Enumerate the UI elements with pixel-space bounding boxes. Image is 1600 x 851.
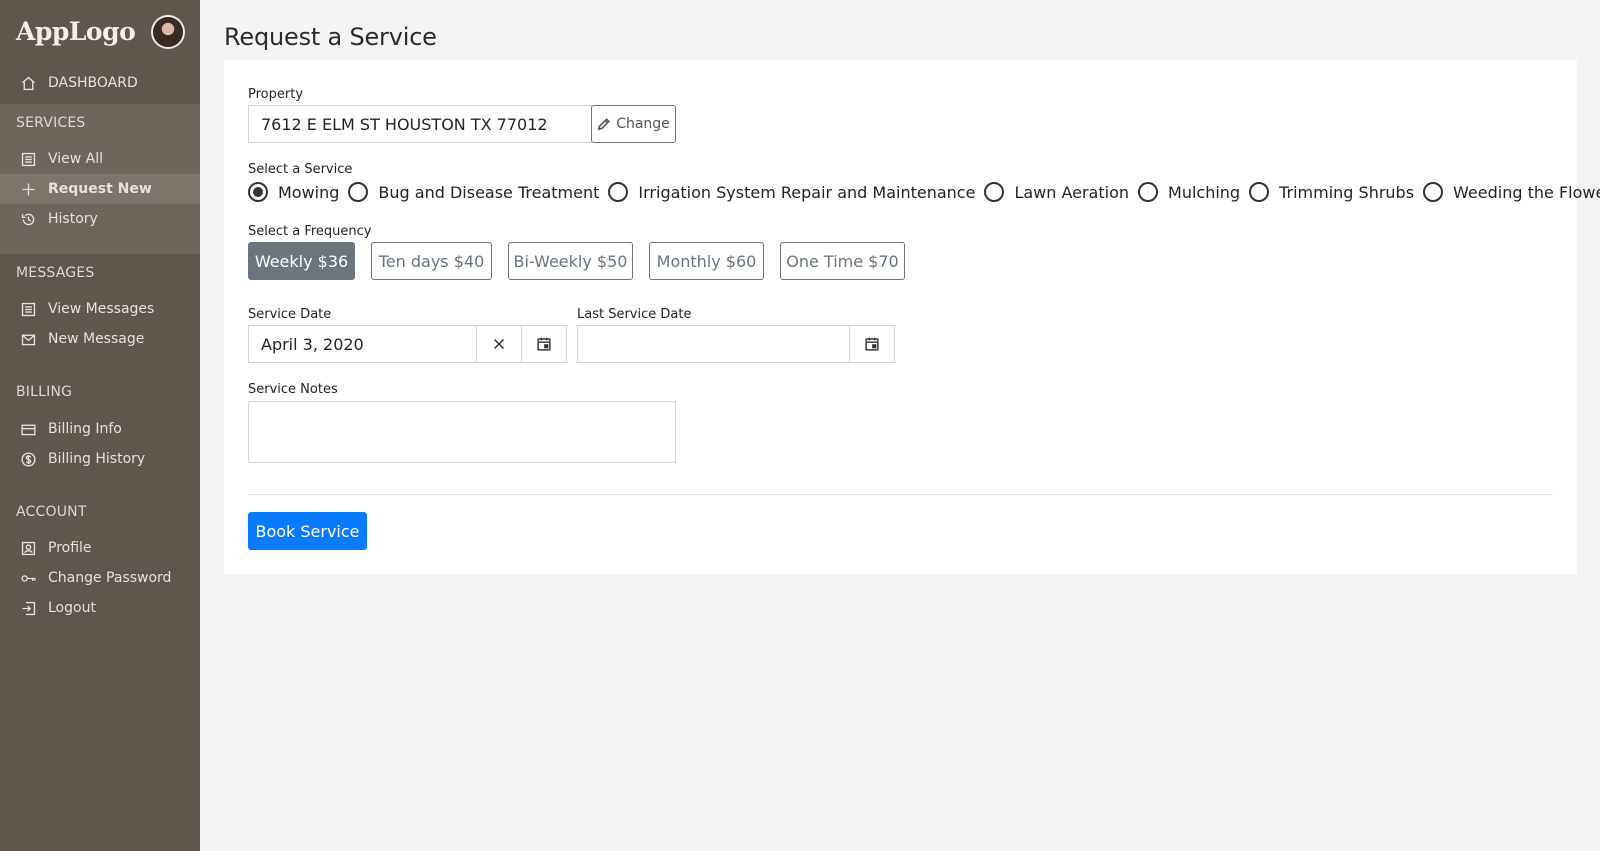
sidebar-item-request-new[interactable]: Request New: [0, 174, 200, 204]
radio-label: Lawn Aeration: [1014, 182, 1130, 202]
page-title: Request a Service: [224, 23, 437, 51]
sidebar-item-label: New Message: [48, 331, 145, 347]
radio-bug-and-disease-treatment[interactable]: Bug and Disease Treatment: [348, 182, 599, 202]
avatar[interactable]: [151, 15, 185, 49]
radio-circle: [1138, 182, 1159, 202]
sidebar-item-label: History: [48, 211, 98, 227]
last-service-date-input[interactable]: [577, 325, 850, 363]
radio-weeding-the-flower-bed[interactable]: Weeding the Flower Bed: [1423, 182, 1600, 202]
sidebar-item-view-all[interactable]: View All: [0, 144, 200, 174]
section-label-services: SERVICES: [16, 115, 86, 131]
form-divider: [248, 494, 1553, 495]
radio-label: Mowing: [278, 182, 340, 202]
service-notes-label: Service Notes: [248, 382, 338, 397]
pencil-icon: [597, 118, 611, 131]
clear-date-button[interactable]: [476, 325, 522, 363]
radio-trimming-shrubs[interactable]: Trimming Shrubs: [1249, 182, 1414, 202]
service-date-value: April 3, 2020: [261, 334, 364, 354]
book-service-button[interactable]: Book Service: [248, 512, 367, 550]
service-notes-textarea[interactable]: [248, 401, 676, 463]
frequency-ten-days-button[interactable]: Ten days $40: [371, 242, 492, 280]
last-service-date-calendar-button[interactable]: [849, 325, 895, 363]
sidebar-item-new-message[interactable]: New Message: [0, 324, 200, 354]
sidebar-item-logout[interactable]: Logout: [0, 593, 200, 623]
radio-label: Mulching: [1168, 182, 1241, 202]
profile-icon: [19, 539, 37, 557]
sidebar-item-label: DASHBOARD: [48, 75, 138, 91]
sidebar-item-dashboard[interactable]: DASHBOARD: [0, 68, 200, 98]
sidebar-item-label: View Messages: [48, 301, 155, 317]
dollar-circle-icon: [19, 450, 37, 468]
radio-lawn-aeration[interactable]: Lawn Aeration: [984, 182, 1129, 202]
frequency-bi-weekly-button[interactable]: Bi-Weekly $50: [508, 242, 633, 280]
frequency-monthly-button[interactable]: Monthly $60: [649, 242, 764, 280]
radio-circle: [248, 182, 268, 202]
last-service-date-label: Last Service Date: [577, 307, 692, 322]
radio-label: Bug and Disease Treatment: [378, 182, 600, 202]
calendar-icon: [865, 337, 879, 351]
credit-card-icon: [19, 420, 37, 438]
radio-label: Irrigation System Repair and Maintenance: [638, 182, 976, 202]
service-date-calendar-button[interactable]: [521, 325, 567, 363]
radio-irrigation-system-repair[interactable]: Irrigation System Repair and Maintenance: [608, 182, 975, 202]
sidebar-item-change-password[interactable]: Change Password: [0, 563, 200, 593]
radio-circle: [1423, 182, 1444, 202]
change-label: Change: [616, 116, 670, 132]
sidebar-item-billing-history[interactable]: Billing History: [0, 444, 200, 474]
list-icon: [19, 150, 37, 168]
close-icon: [493, 338, 505, 350]
sidebar-item-label: Profile: [48, 540, 92, 556]
sidebar-item-history[interactable]: History: [0, 204, 200, 234]
mail-icon: [19, 330, 37, 348]
home-icon: [19, 74, 37, 92]
radio-label: Trimming Shrubs: [1279, 182, 1415, 202]
radio-mulching[interactable]: Mulching: [1138, 182, 1240, 202]
radio-mowing[interactable]: Mowing: [248, 182, 339, 202]
service-date-label: Service Date: [248, 307, 332, 322]
sidebar-item-label: Logout: [48, 600, 96, 616]
property-field[interactable]: 7612 E ELM ST HOUSTON TX 77012: [248, 105, 592, 143]
frequency-one-time-button[interactable]: One Time $70: [780, 242, 905, 280]
sidebar-item-label: View All: [48, 151, 104, 167]
radio-label: Weeding the Flower Bed: [1453, 182, 1600, 202]
section-label-messages: MESSAGES: [16, 265, 95, 281]
select-service-label: Select a Service: [248, 162, 353, 177]
sidebar: AppLogo DASHBOARD SERVICES View All Requ…: [0, 0, 200, 851]
sidebar-item-label: Billing Info: [48, 421, 122, 437]
sidebar-item-label: Change Password: [48, 570, 172, 586]
app-logo[interactable]: AppLogo: [16, 17, 136, 46]
sidebar-item-label: Billing History: [48, 451, 146, 467]
radio-circle: [1249, 182, 1270, 202]
service-radio-group: Mowing Bug and Disease Treatment Irrigat…: [248, 182, 1600, 202]
calendar-icon: [537, 337, 551, 351]
sidebar-item-label: Request New: [48, 181, 152, 197]
section-label-account: ACCOUNT: [16, 504, 87, 520]
sidebar-item-billing-info[interactable]: Billing Info: [0, 414, 200, 444]
section-label-billing: BILLING: [16, 384, 73, 400]
service-date-input[interactable]: April 3, 2020: [248, 325, 477, 363]
radio-circle: [348, 182, 369, 202]
sidebar-item-view-messages[interactable]: View Messages: [0, 294, 200, 324]
logout-icon: [19, 599, 37, 617]
radio-circle: [608, 182, 629, 202]
radio-circle: [984, 182, 1005, 202]
frequency-weekly-button[interactable]: Weekly $36: [248, 242, 355, 280]
select-frequency-label: Select a Frequency: [248, 224, 372, 239]
plus-icon: [19, 180, 37, 198]
list-icon: [19, 300, 37, 318]
sidebar-item-profile[interactable]: Profile: [0, 533, 200, 563]
property-value: 7612 E ELM ST HOUSTON TX 77012: [261, 114, 548, 134]
key-icon: [19, 569, 37, 587]
history-icon: [19, 210, 37, 228]
change-property-button[interactable]: Change: [591, 105, 676, 143]
property-label: Property: [248, 87, 304, 102]
